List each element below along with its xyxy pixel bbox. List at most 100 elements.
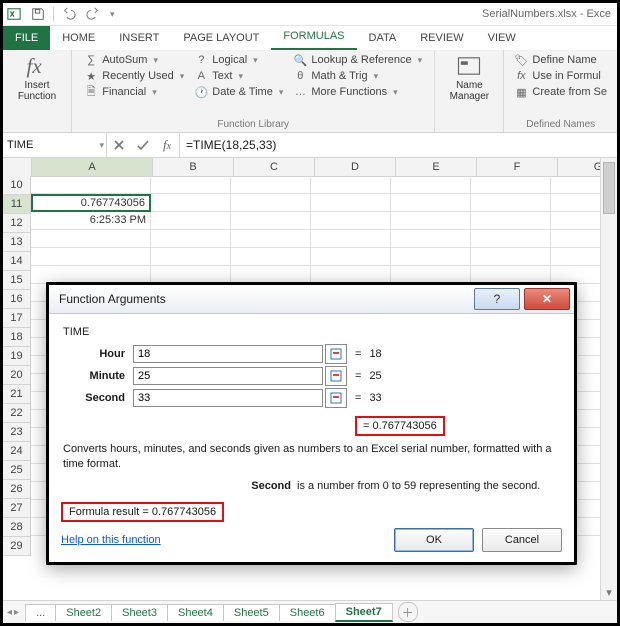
lookup-button[interactable]: 🔍Lookup & Reference▾ xyxy=(289,52,426,68)
cell-E13[interactable] xyxy=(391,230,471,248)
nav-prev-icon[interactable]: ◂ xyxy=(7,607,12,618)
cell-B11[interactable] xyxy=(151,194,231,212)
row-header-19[interactable]: 19 xyxy=(3,347,31,366)
col-header-F[interactable]: F xyxy=(477,158,558,176)
select-all-corner[interactable] xyxy=(3,158,32,176)
cell-E11[interactable] xyxy=(391,194,471,212)
cell-D10[interactable] xyxy=(311,176,391,194)
sheet-tab[interactable]: Sheet2 xyxy=(55,604,112,621)
cell-A14[interactable] xyxy=(31,248,151,266)
logical-button[interactable]: ?Logical▾ xyxy=(190,52,287,68)
cell-F11[interactable] xyxy=(471,194,551,212)
more-functions-button[interactable]: …More Functions▾ xyxy=(289,84,426,100)
sheet-tab-active[interactable]: Sheet7 xyxy=(335,603,393,622)
recently-used-button[interactable]: ★Recently Used▾ xyxy=(80,68,188,84)
row-header-16[interactable]: 16 xyxy=(3,290,31,309)
row-header-26[interactable]: 26 xyxy=(3,480,31,499)
cell-A13[interactable] xyxy=(31,230,151,248)
tab-file[interactable]: FILE xyxy=(3,26,50,50)
sheet-tab[interactable]: Sheet3 xyxy=(111,604,168,621)
cell-C10[interactable] xyxy=(231,176,311,194)
sheet-tab[interactable]: Sheet5 xyxy=(223,604,280,621)
sheet-nav[interactable]: ◂▸ xyxy=(7,607,25,618)
row-header-15[interactable]: 15 xyxy=(3,271,31,290)
row-header-12[interactable]: 12 xyxy=(3,214,31,233)
row-header-11[interactable]: 11 xyxy=(3,195,31,214)
sheet-tab[interactable]: Sheet6 xyxy=(279,604,336,621)
sheet-tab[interactable]: Sheet4 xyxy=(167,604,224,621)
cell-F12[interactable] xyxy=(471,212,551,230)
tab-formulas[interactable]: FORMULAS xyxy=(271,24,356,50)
insert-function-fx-button[interactable]: fx xyxy=(155,133,179,157)
cell-C12[interactable] xyxy=(231,212,311,230)
chevron-down-icon[interactable]: ▾ xyxy=(99,140,104,151)
autosum-button[interactable]: ∑AutoSum▾ xyxy=(80,52,188,68)
cell-A11[interactable]: 0.767743056 xyxy=(31,194,151,212)
dialog-help-button[interactable]: ? xyxy=(474,288,520,310)
vertical-scrollbar[interactable]: ▴ ▾ xyxy=(600,158,617,600)
dialog-close-button[interactable]: ✕ xyxy=(524,288,570,310)
scroll-thumb[interactable] xyxy=(603,162,615,214)
cell-A10[interactable] xyxy=(31,176,151,194)
cell-D14[interactable] xyxy=(311,248,391,266)
cell-B12[interactable] xyxy=(151,212,231,230)
tab-review[interactable]: REVIEW xyxy=(408,26,475,50)
cell-C14[interactable] xyxy=(231,248,311,266)
row-header-18[interactable]: 18 xyxy=(3,328,31,347)
cell-B14[interactable] xyxy=(151,248,231,266)
cell-D13[interactable] xyxy=(311,230,391,248)
use-in-formula-button[interactable]: fxUse in Formul xyxy=(510,68,611,84)
date-time-button[interactable]: 🕐Date & Time▾ xyxy=(190,84,287,100)
row-header-10[interactable]: 10 xyxy=(3,176,31,195)
cancel-edit-button[interactable] xyxy=(107,133,131,157)
arg-second-input[interactable] xyxy=(133,389,323,407)
sheet-tab-more[interactable]: ... xyxy=(25,604,56,621)
row-header-21[interactable]: 21 xyxy=(3,385,31,404)
col-header-A[interactable]: A xyxy=(32,158,153,176)
new-sheet-button[interactable]: ＋ xyxy=(398,602,418,622)
col-header-C[interactable]: C xyxy=(234,158,315,176)
redo-icon[interactable] xyxy=(84,5,102,23)
cell-D11[interactable] xyxy=(311,194,391,212)
nav-next-icon[interactable]: ▸ xyxy=(14,607,19,618)
collapse-dialog-button[interactable] xyxy=(325,344,347,364)
row-header-13[interactable]: 13 xyxy=(3,233,31,252)
tab-home[interactable]: HOME xyxy=(50,26,107,50)
undo-icon[interactable] xyxy=(60,5,78,23)
col-header-E[interactable]: E xyxy=(396,158,477,176)
row-header-27[interactable]: 27 xyxy=(3,499,31,518)
arg-hour-input[interactable] xyxy=(133,345,323,363)
formula-input[interactable]: =TIME(18,25,33) xyxy=(180,138,617,152)
cell-C11[interactable] xyxy=(231,194,311,212)
collapse-dialog-button[interactable] xyxy=(325,388,347,408)
col-header-D[interactable]: D xyxy=(315,158,396,176)
enter-edit-button[interactable] xyxy=(131,133,155,157)
row-header-24[interactable]: 24 xyxy=(3,442,31,461)
row-header-25[interactable]: 25 xyxy=(3,461,31,480)
create-from-selection-button[interactable]: ▦Create from Se xyxy=(510,84,611,100)
name-box[interactable]: TIME ▾ xyxy=(3,133,107,157)
cell-C13[interactable] xyxy=(231,230,311,248)
cell-B10[interactable] xyxy=(151,176,231,194)
collapse-dialog-button[interactable] xyxy=(325,366,347,386)
math-trig-button[interactable]: θMath & Trig▾ xyxy=(289,68,426,84)
save-icon[interactable] xyxy=(29,5,47,23)
cell-F10[interactable] xyxy=(471,176,551,194)
row-header-17[interactable]: 17 xyxy=(3,309,31,328)
define-name-button[interactable]: 🏷Define Name xyxy=(510,52,611,68)
row-header-22[interactable]: 22 xyxy=(3,404,31,423)
cell-E14[interactable] xyxy=(391,248,471,266)
text-button[interactable]: AText▾ xyxy=(190,68,287,84)
scroll-down-icon[interactable]: ▾ xyxy=(601,584,617,600)
tab-view[interactable]: VIEW xyxy=(476,26,528,50)
tab-insert[interactable]: INSERT xyxy=(107,26,171,50)
cancel-button[interactable]: Cancel xyxy=(482,528,562,552)
cell-F13[interactable] xyxy=(471,230,551,248)
help-on-function-link[interactable]: Help on this function xyxy=(61,534,386,546)
ok-button[interactable]: OK xyxy=(394,528,474,552)
row-header-23[interactable]: 23 xyxy=(3,423,31,442)
cell-D12[interactable] xyxy=(311,212,391,230)
cell-E12[interactable] xyxy=(391,212,471,230)
cell-A12[interactable]: 6:25:33 PM xyxy=(31,212,151,230)
cell-B13[interactable] xyxy=(151,230,231,248)
